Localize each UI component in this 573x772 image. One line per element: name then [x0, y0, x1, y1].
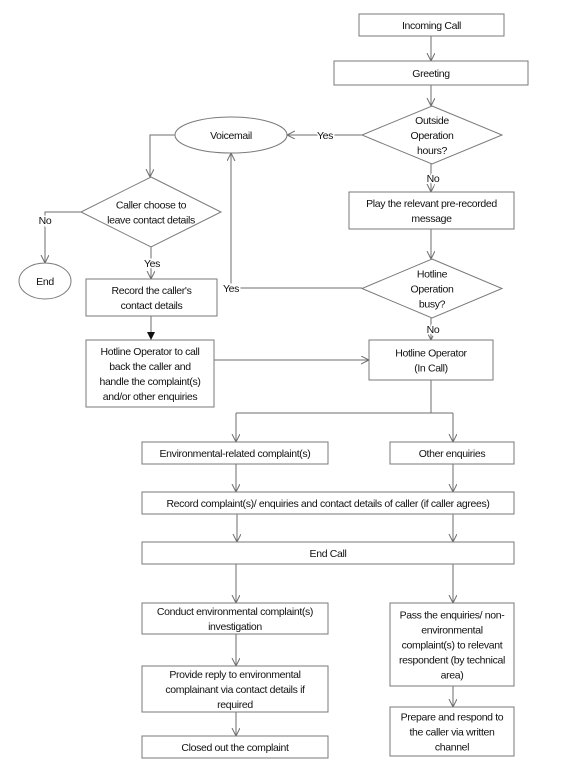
end-node: End	[18, 262, 72, 300]
other-enquiries-node: Other enquiries	[389, 441, 515, 465]
conduct-text: Conduct environmental complaint(s)	[157, 606, 313, 618]
busy-text: Hotline	[417, 268, 448, 280]
caller-choose-text: Caller choose to	[116, 199, 187, 211]
other-enquiries-text: Other enquiries	[419, 448, 486, 460]
end-text: End	[36, 276, 54, 288]
outside-hours-text: Operation	[411, 130, 454, 142]
connector-arrow	[231, 153, 362, 289]
provide-reply-node: Provide reply to environmental complainan…	[141, 665, 329, 713]
call-handling-flowchart: Incoming Call Greeting Outside Operation hou…	[18, 13, 529, 759]
choose-yes-label: Yes	[144, 258, 160, 270]
incoming-call-node: Incoming Call	[358, 13, 505, 37]
in-call-node: Hotline Operator (In Call)	[368, 339, 494, 381]
incoming-call-text: Incoming Call	[402, 20, 461, 32]
provide-reply-text: required	[217, 699, 253, 711]
busy-text: busy?	[419, 298, 446, 310]
callback-text: and/or other enquiries	[103, 391, 198, 403]
busy-no-label: No	[427, 324, 440, 336]
provide-reply-text: complainant via contact details if	[165, 684, 305, 696]
play-message-text: message	[411, 213, 452, 225]
in-call-text: (In Call)	[414, 362, 448, 374]
play-message-text: Play the relevant pre-recorded	[366, 198, 497, 210]
outside-yes-label: Yes	[317, 130, 333, 142]
caller-choose-diamond	[79, 176, 223, 248]
record-complaint-text: Record complaint(s)/ enquiries and conta…	[166, 498, 489, 510]
pass-enquiries-node: Pass the enquiries/ non-environmental com…	[389, 602, 515, 687]
nodes: Incoming Call Greeting Outside Operation hou…	[18, 13, 529, 759]
greeting-text: Greeting	[412, 68, 450, 80]
caller-choose-text: leave contact details	[107, 214, 195, 226]
conduct-node: Conduct environmental complaint(s) invest…	[141, 602, 329, 635]
provide-reply-text: Provide reply to environmental	[169, 669, 300, 681]
prepare-respond-text: the caller via written	[409, 726, 495, 738]
connector-arrow	[150, 134, 175, 177]
callback-text: back the caller and	[109, 361, 191, 373]
callback-text: Hotline Operator to call	[101, 346, 200, 358]
busy-node: Hotline Operation busy?	[360, 258, 504, 319]
greeting-node: Greeting	[333, 60, 529, 86]
record-caller-text: Record the caller's	[112, 285, 192, 297]
record-caller-text: contact details	[121, 300, 183, 312]
end-call-text: End Call	[310, 548, 347, 560]
callback-node: Hotline Operator to call back the caller …	[85, 339, 215, 408]
choose-no-label: No	[39, 215, 52, 227]
outside-hours-text: Outside	[415, 115, 449, 127]
closed-out-node: Closed out the complaint	[141, 735, 329, 759]
outside-hours-node: Outside Operation hours?	[360, 105, 504, 165]
conduct-text: investigation	[208, 621, 262, 633]
play-message-node: Play the relevant pre-recorded message	[348, 191, 515, 230]
prepare-respond-text: channel	[435, 741, 469, 753]
pass-enquiries-text: environmental	[421, 624, 482, 636]
prepare-respond-node: Prepare and respond to the caller via wri…	[389, 706, 515, 757]
outside-no-label: No	[427, 173, 440, 185]
pass-enquiries-text: area)	[441, 669, 464, 681]
in-call-text: Hotline Operator	[395, 347, 467, 359]
callback-text: handle the complaint(s)	[99, 376, 200, 388]
end-call-node: End Call	[141, 541, 515, 565]
pass-enquiries-text: respondent (by technical	[399, 654, 505, 666]
record-complaint-node: Record complaint(s)/ enquiries and conta…	[141, 491, 515, 515]
outside-hours-text: hours?	[417, 145, 448, 157]
busy-yes-label: Yes	[223, 283, 239, 295]
env-complaint-node: Environmental-related complaint(s)	[141, 441, 329, 465]
voicemail-node: Voicemail	[174, 116, 288, 154]
record-caller-node: Record the caller's contact details	[85, 278, 218, 317]
busy-text: Operation	[411, 283, 454, 295]
pass-enquiries-text: Pass the enquiries/ non-	[400, 609, 506, 621]
closed-out-text: Closed out the complaint	[181, 742, 289, 754]
voicemail-text: Voicemail	[210, 130, 252, 142]
prepare-respond-text: Prepare and respond to	[401, 711, 504, 723]
env-complaint-text: Environmental-related complaint(s)	[160, 448, 311, 460]
caller-choose-node: Caller choose to leave contact details	[79, 176, 223, 248]
pass-enquiries-text: complaint(s) to relevant	[402, 639, 503, 651]
